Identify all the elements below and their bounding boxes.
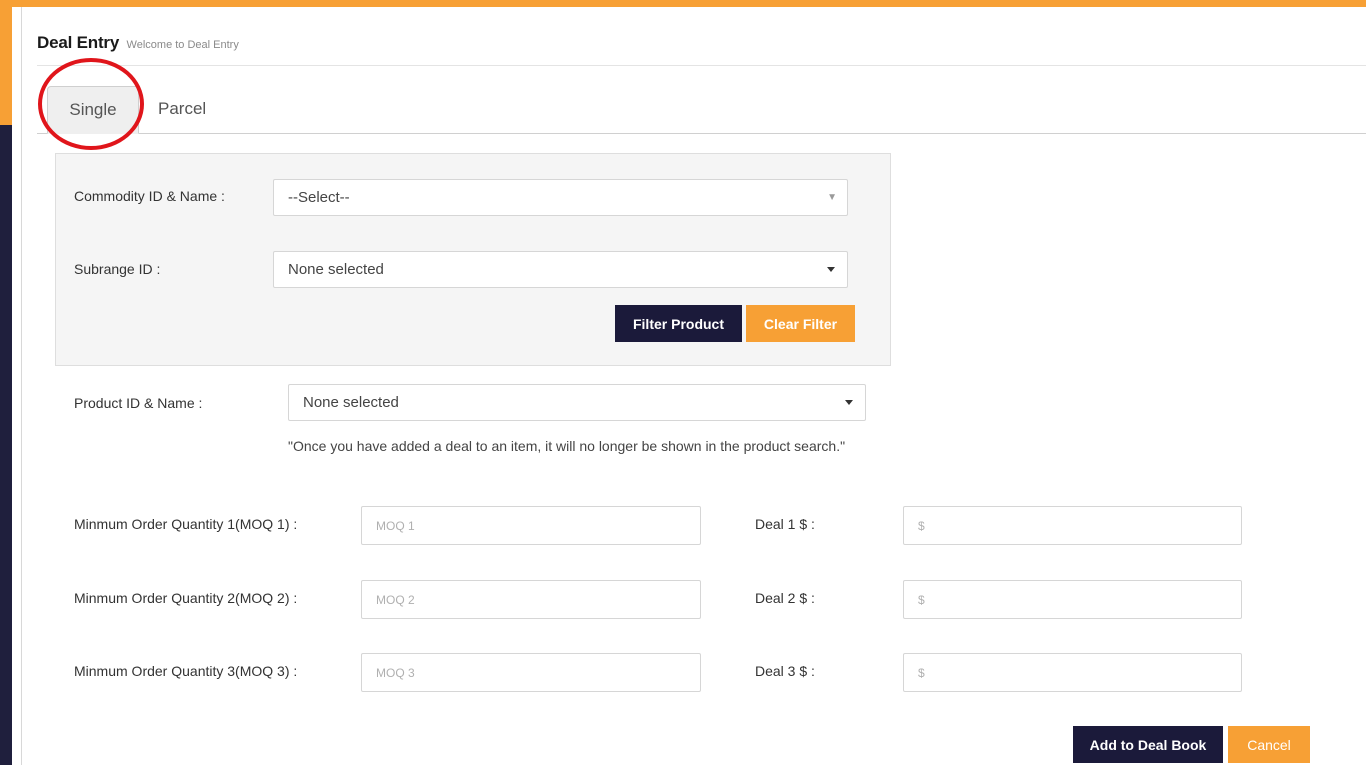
page-subtitle: Welcome to Deal Entry [126, 39, 239, 51]
tab-parcel[interactable]: Parcel [158, 86, 206, 132]
caret-down-icon [827, 267, 835, 272]
moq-2-label: Minmum Order Quantity 2(MOQ 2) : [74, 590, 298, 606]
commodity-select[interactable]: --Select-- ▼ [273, 179, 848, 216]
product-select[interactable]: None selected [288, 384, 866, 421]
deal-2-input[interactable] [903, 580, 1242, 619]
product-label: Product ID & Name : [74, 395, 203, 411]
deal-2-label: Deal 2 $ : [755, 590, 815, 606]
moq-1-label: Minmum Order Quantity 1(MOQ 1) : [74, 516, 298, 532]
content-left-border [21, 7, 22, 765]
page-header: Deal Entry Welcome to Deal Entry [37, 33, 239, 53]
add-to-deal-book-button[interactable]: Add to Deal Book [1073, 726, 1223, 763]
moq-3-label: Minmum Order Quantity 3(MOQ 3) : [74, 663, 298, 679]
sidebar-dark-strip [0, 125, 12, 765]
moq-3-input[interactable] [361, 653, 701, 692]
caret-down-icon: ▼ [827, 192, 837, 203]
moq-2-input[interactable] [361, 580, 701, 619]
tabs-divider [37, 133, 1366, 134]
caret-down-icon [845, 400, 853, 405]
commodity-label: Commodity ID & Name : [74, 188, 225, 204]
header-divider [37, 65, 1366, 66]
deal-3-label: Deal 3 $ : [755, 663, 815, 679]
deal-1-input[interactable] [903, 506, 1242, 545]
deal-3-input[interactable] [903, 653, 1242, 692]
top-accent-bar [0, 0, 1366, 7]
moq-1-input[interactable] [361, 506, 701, 545]
subrange-select[interactable]: None selected [273, 251, 848, 288]
tab-single[interactable]: Single [47, 86, 139, 134]
subrange-select-value: None selected [288, 261, 384, 278]
sidebar-accent [0, 0, 12, 125]
clear-filter-button[interactable]: Clear Filter [746, 305, 855, 342]
product-search-note: "Once you have added a deal to an item, … [288, 438, 846, 454]
product-select-value: None selected [303, 394, 399, 411]
commodity-select-value: --Select-- [288, 189, 350, 206]
filter-product-button[interactable]: Filter Product [615, 305, 742, 342]
deal-1-label: Deal 1 $ : [755, 516, 815, 532]
subrange-label: Subrange ID : [74, 261, 161, 277]
page-title: Deal Entry [37, 33, 120, 52]
cancel-button[interactable]: Cancel [1228, 726, 1310, 763]
